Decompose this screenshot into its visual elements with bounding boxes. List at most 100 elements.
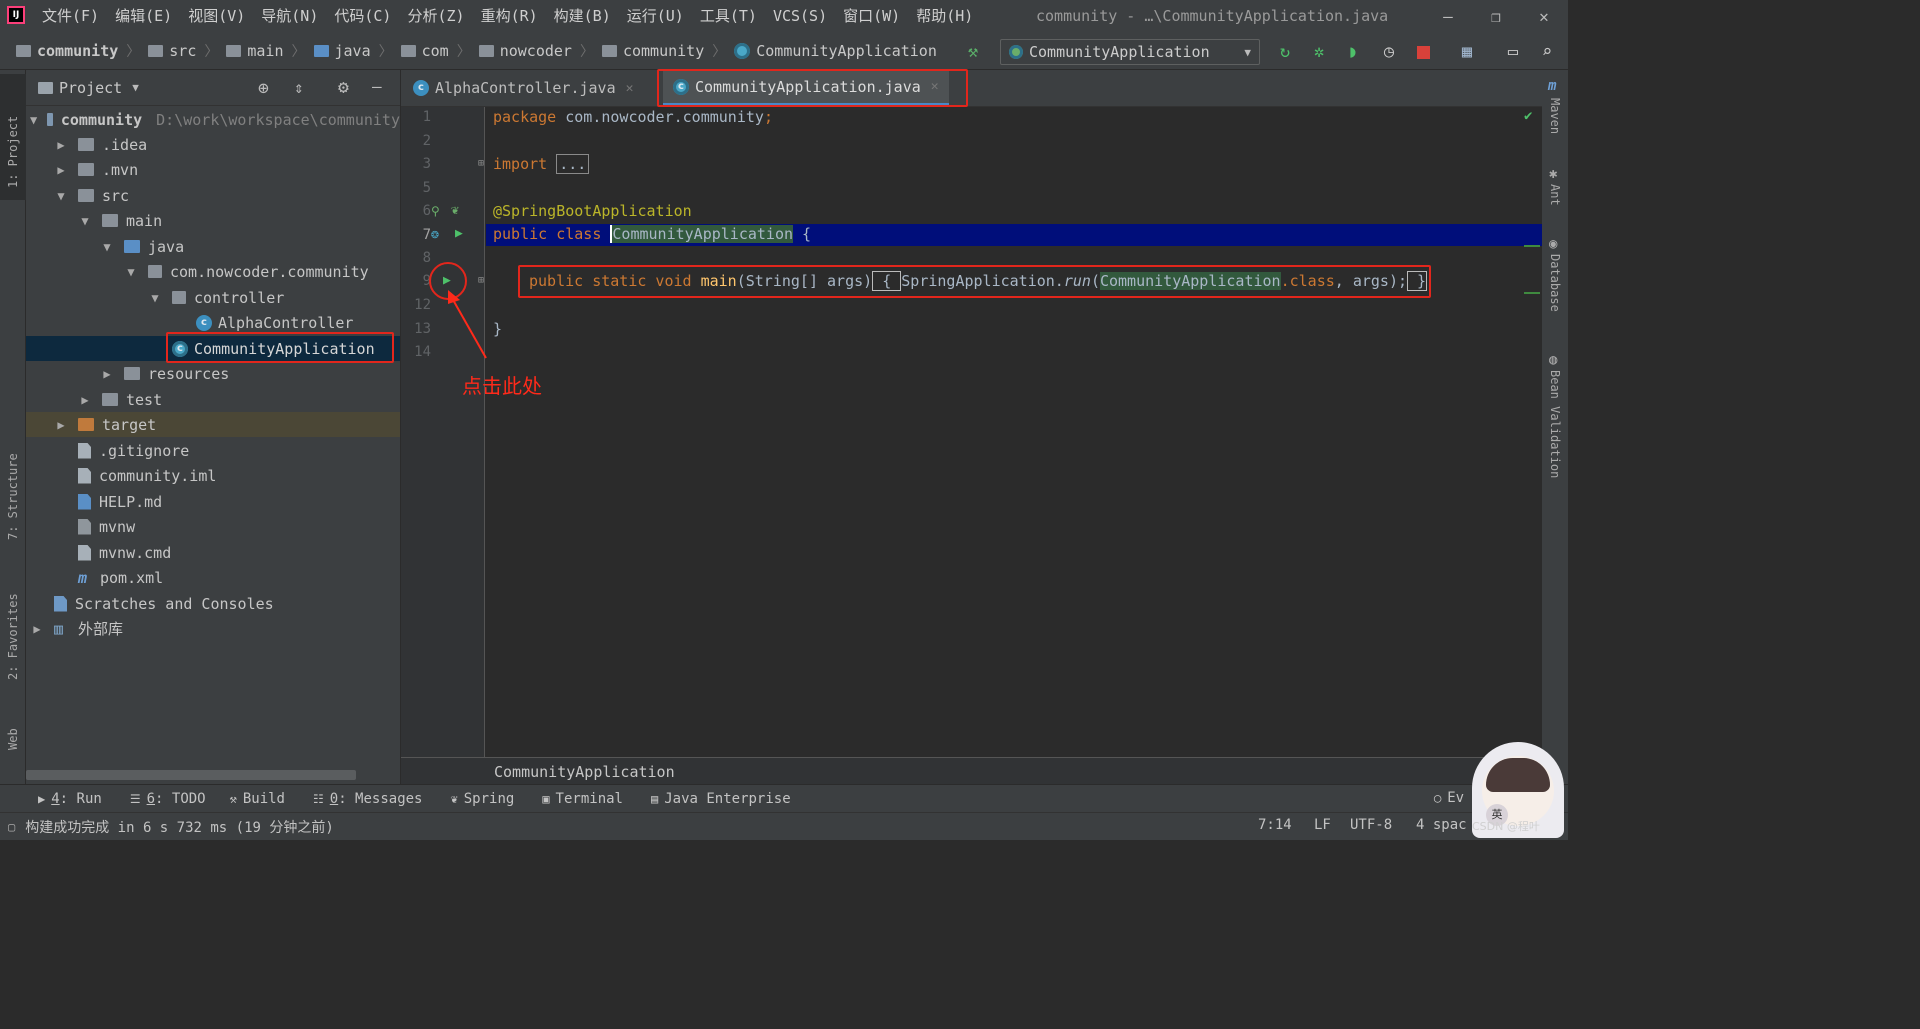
project-structure-icon[interactable]: ▦ [1456, 41, 1478, 63]
restore-button[interactable]: ❐ [1476, 0, 1516, 33]
tool-todo[interactable]: ☰ 6: TODO [130, 791, 206, 807]
tree-item-java[interactable]: ▼ java [26, 234, 400, 259]
tool-project[interactable]: 1: Project [6, 116, 20, 188]
breadcrumb-java[interactable]: java [312, 42, 373, 60]
menu-help[interactable]: 帮助(H) [908, 0, 981, 33]
fold-icon[interactable]: ⊞ [478, 158, 484, 169]
menu-tools[interactable]: 工具(T) [692, 0, 765, 33]
tool-spring[interactable]: ❦ Spring [451, 791, 515, 807]
tree-item-src[interactable]: ▼ src [26, 183, 400, 208]
tool-database[interactable]: Database [1548, 254, 1562, 312]
tree-item-label: controller [194, 288, 285, 307]
toggle-tool-windows-icon[interactable]: ▢ [8, 820, 15, 834]
project-view-title[interactable]: Project [59, 79, 122, 97]
tree-item-test[interactable]: ▶ test [26, 387, 400, 412]
terminal-window-icon[interactable]: ▭ [1502, 41, 1524, 63]
run-configuration-select[interactable]: CommunityApplication ▼ [1000, 39, 1260, 65]
menu-code[interactable]: 代码(C) [326, 0, 399, 33]
change-marker [1524, 292, 1540, 294]
caret-position[interactable]: 7:14 [1258, 817, 1292, 833]
tree-item-main[interactable]: ▼ main [26, 208, 400, 233]
tree-item-target[interactable]: ▶ target [26, 412, 400, 437]
run-main-gutter-icon[interactable]: ▶ [443, 273, 451, 288]
tool-build[interactable]: ⚒ Build [230, 791, 285, 807]
tool-maven[interactable]: Maven [1548, 98, 1562, 134]
build-hammer-icon[interactable]: ⚒ [962, 41, 984, 63]
breadcrumb-com[interactable]: com [399, 42, 451, 60]
code-editor[interactable]: package com.nowcoder.community; import .… [486, 107, 1542, 757]
line-separator[interactable]: LF [1314, 817, 1331, 833]
run-gutter-icon[interactable]: ▶ [455, 226, 463, 241]
stop-icon[interactable] [1412, 41, 1434, 63]
tree-item-community[interactable]: ▼ community D:\work\workspace\community [26, 107, 400, 132]
tool-terminal[interactable]: ▣ Terminal [542, 791, 623, 807]
breadcrumb-main[interactable]: main [224, 42, 285, 60]
tool-run[interactable]: ▶ 4: Run [38, 791, 102, 807]
search-icon[interactable]: ⌕ [1536, 41, 1558, 63]
file-encoding[interactable]: UTF-8 [1350, 817, 1392, 833]
breadcrumb-community[interactable]: community [14, 42, 120, 60]
breadcrumb-class[interactable]: CommunityApplication [732, 42, 939, 60]
spring-leaf-icon[interactable]: ❦ [451, 203, 459, 218]
tree-item-gitignore[interactable]: .gitignore [26, 438, 400, 463]
menu-run[interactable]: 运行(U) [619, 0, 692, 33]
tree-item-mvnw-cmd[interactable]: mvnw.cmd [26, 540, 400, 565]
tool-bean-validation[interactable]: Bean Validation [1548, 370, 1562, 478]
tab-alphacontroller[interactable]: c AlphaController.java ✕ [403, 70, 643, 106]
tool-favorites[interactable]: 2: Favorites [6, 593, 20, 680]
tool-structure[interactable]: 7: Structure [6, 453, 20, 540]
close-icon[interactable]: ✕ [626, 81, 634, 96]
hide-panel-icon[interactable]: — [372, 77, 382, 96]
breadcrumb-community-package[interactable]: community [600, 42, 706, 60]
menu-navigate[interactable]: 导航(N) [253, 0, 326, 33]
rerun-icon[interactable]: ↻ [1274, 41, 1296, 63]
line-number: 3 [422, 156, 431, 172]
profile-icon[interactable]: ◷ [1378, 41, 1400, 63]
spring-bean-icon[interactable]: ❂ [431, 227, 439, 242]
chevron-down-icon[interactable]: ▼ [132, 81, 139, 94]
tree-item-scratches[interactable]: Scratches and Consoles [26, 591, 400, 616]
tree-item-package[interactable]: ▼ com.nowcoder.community [26, 259, 400, 284]
tree-item-external-libraries[interactable]: ▶ ▥ 外部库 [26, 616, 400, 641]
tool-messages[interactable]: ☷ 0: Messages [313, 791, 423, 807]
horizontal-scrollbar[interactable] [26, 770, 356, 780]
breadcrumb-nowcoder[interactable]: nowcoder [477, 42, 574, 60]
tree-item-controller[interactable]: ▼ controller [26, 285, 400, 310]
tool-java-enterprise[interactable]: ▤ Java Enterprise [651, 791, 791, 807]
collapse-all-icon[interactable]: ⇕ [294, 78, 304, 97]
status-message[interactable]: 构建成功完成 in 6 s 732 ms (19 分钟之前) [25, 817, 334, 837]
inspection-ok-icon[interactable]: ✔ [1524, 108, 1532, 124]
menu-file[interactable]: 文件(F) [34, 0, 107, 33]
debug-bug-icon[interactable]: ✲ [1308, 41, 1330, 63]
menu-analyze[interactable]: 分析(Z) [399, 0, 472, 33]
menu-edit[interactable]: 编辑(E) [107, 0, 180, 33]
menu-window[interactable]: 窗口(W) [835, 0, 908, 33]
editor-breadcrumb[interactable]: CommunityApplication [494, 763, 675, 781]
tree-item-pom[interactable]: m pom.xml [26, 565, 400, 590]
tree-item-mvn[interactable]: ▶ .mvn [26, 157, 400, 182]
bean-inspect-icon[interactable]: ⚲ [431, 204, 440, 218]
tree-item-help-md[interactable]: HELP.md [26, 489, 400, 514]
tree-item-idea[interactable]: ▶ .idea [26, 132, 400, 157]
tool-event-log[interactable]: ◯ Ev [1434, 790, 1464, 806]
menu-build[interactable]: 构建(B) [546, 0, 619, 33]
ant-icon: ✱ [1549, 166, 1558, 182]
intellij-logo-icon: IJ [7, 6, 25, 24]
menu-refactor[interactable]: 重构(R) [473, 0, 546, 33]
menu-view[interactable]: 视图(V) [180, 0, 253, 33]
tool-web[interactable]: Web [6, 728, 20, 750]
fold-icon[interactable]: ⊞ [478, 275, 484, 286]
menu-vcs[interactable]: VCS(S) [765, 0, 835, 33]
close-button[interactable]: ✕ [1524, 0, 1564, 33]
tree-item-mvnw[interactable]: mvnw [26, 514, 400, 539]
tool-ant[interactable]: Ant [1548, 184, 1562, 206]
breadcrumb-src[interactable]: src [146, 42, 198, 60]
tree-item-iml[interactable]: community.iml [26, 463, 400, 488]
tree-item-resources[interactable]: ▶ resources [26, 361, 400, 386]
gear-icon[interactable]: ⚙ [338, 77, 349, 98]
coverage-icon[interactable]: ◗ [1342, 41, 1364, 63]
folded-imports[interactable]: ... [556, 154, 590, 174]
indent-setting[interactable]: 4 spac [1416, 817, 1467, 833]
locate-target-icon[interactable]: ⊕ [258, 78, 269, 99]
minimize-button[interactable]: — [1428, 0, 1468, 33]
